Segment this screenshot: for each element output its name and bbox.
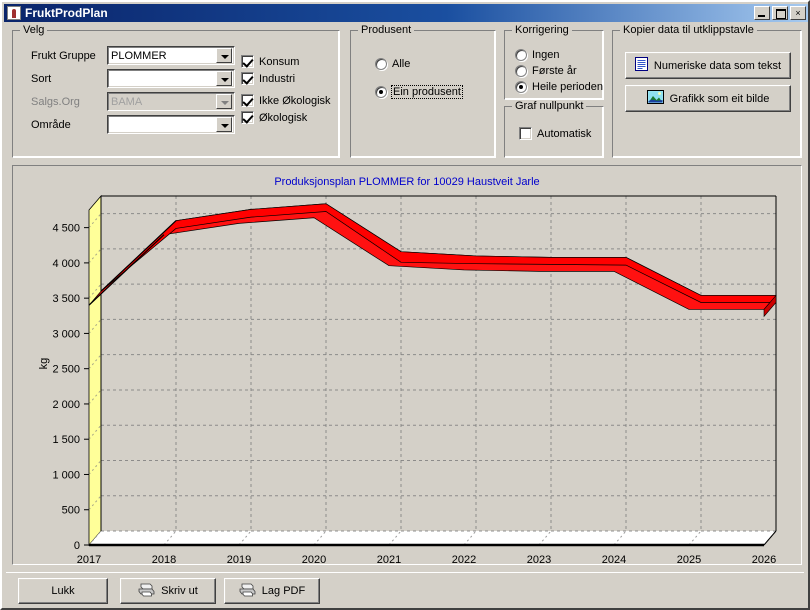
y-tick-label: 2 000: [52, 399, 80, 411]
checkbox-okologisk[interactable]: Økologisk: [241, 111, 307, 124]
window-title: FruktProdPlan: [25, 6, 108, 20]
checkbox-icon[interactable]: [241, 111, 254, 124]
radio-ingen-label: Ingen: [532, 49, 560, 61]
chevron-down-icon[interactable]: [216, 71, 232, 86]
print-label: Skriv ut: [161, 585, 198, 597]
y-tick-label: 500: [62, 505, 80, 517]
radio-icon[interactable]: [375, 86, 387, 98]
print-button[interactable]: Skriv ut: [120, 578, 216, 604]
x-tick-label: 2026: [752, 554, 776, 564]
checkbox-ikke-okologisk-label: Ikke Økologisk: [259, 94, 331, 107]
radio-alle-label: Alle: [392, 58, 411, 70]
y-tick-label: 3 500: [52, 293, 80, 305]
footer-separator: [6, 572, 804, 573]
korrigering-group: Korrigering Ingen Første år Heile period…: [504, 24, 604, 100]
production-plan-chart: 0 500 1 000 1 500 2 000 2 500 3 000 3 500 4 000 4…: [38, 194, 777, 564]
copy-numeric-data-label: Numeriske data som tekst: [653, 59, 782, 72]
y-tick-label: 2 500: [52, 364, 80, 376]
x-tick-label: 2025: [677, 554, 701, 564]
minimize-button[interactable]: [754, 6, 770, 20]
label-frukt-gruppe: Frukt Gruppe: [31, 50, 96, 62]
checkbox-konsum[interactable]: Konsum: [241, 55, 299, 68]
chevron-down-icon[interactable]: [216, 117, 232, 132]
close-button[interactable]: ×: [790, 6, 806, 20]
checkbox-automatisk-label: Automatisk: [537, 127, 592, 140]
checkbox-icon[interactable]: [519, 127, 532, 140]
y-tick-label: 1 500: [52, 434, 80, 446]
x-tick-label: 2020: [302, 554, 326, 564]
produsent-group: Produsent Alle Ein produsent: [350, 24, 496, 158]
radio-ein-produsent[interactable]: Ein produsent: [375, 85, 463, 99]
x-tick-label: 2024: [602, 554, 626, 564]
y-tick-label: 1 000: [52, 469, 80, 481]
kopier-legend: Kopier data til utklippstavle: [620, 24, 757, 36]
frukt-gruppe-combo[interactable]: PLOMMER: [107, 46, 235, 65]
graf-nullpunkt-legend: Graf nullpunkt: [512, 100, 587, 112]
y-tick-label: 3 000: [52, 328, 80, 340]
radio-ein-produsent-label: Ein produsent: [391, 85, 463, 99]
text-document-icon: [634, 57, 648, 74]
checkbox-icon[interactable]: [241, 72, 254, 85]
salgs-org-combo: BAMA: [107, 92, 235, 111]
y-tick-label: 0: [74, 540, 80, 552]
radio-icon[interactable]: [515, 49, 527, 61]
radio-icon[interactable]: [375, 58, 387, 70]
picture-icon: [646, 90, 664, 107]
velg-legend: Velg: [20, 24, 48, 36]
produsent-legend: Produsent: [358, 24, 415, 36]
y-tick-label: 4 000: [52, 258, 80, 270]
x-tick-label: 2023: [527, 554, 551, 564]
graf-nullpunkt-group: Graf nullpunkt Automatisk: [504, 100, 604, 158]
close-dialog-button[interactable]: Lukk: [18, 578, 108, 604]
make-pdf-label: Lag PDF: [261, 585, 306, 597]
title-bar: FruktProdPlan ×: [4, 4, 808, 22]
label-omrade: Område: [31, 119, 71, 131]
application-window: FruktProdPlan × Velg Frukt Gruppe PLOMME…: [0, 0, 810, 610]
radio-forste-ar[interactable]: Første år: [515, 65, 577, 77]
chart-panel: Produksjonsplan PLOMMER for 10029 Haustv…: [12, 165, 802, 565]
radio-icon[interactable]: [515, 81, 527, 93]
frukt-gruppe-value: PLOMMER: [111, 49, 167, 62]
printer-icon: [239, 583, 256, 600]
printer-icon: [138, 583, 155, 600]
salgs-org-value: BAMA: [111, 95, 143, 108]
app-icon: [7, 6, 21, 20]
sort-combo[interactable]: [107, 69, 235, 88]
checkbox-icon[interactable]: [241, 94, 254, 107]
x-tick-label: 2017: [77, 554, 101, 564]
y-tick-label: 4 500: [52, 223, 80, 235]
checkbox-konsum-label: Konsum: [259, 55, 300, 68]
x-tick-label: 2019: [227, 554, 251, 564]
x-tick-label: 2021: [377, 554, 401, 564]
copy-numeric-data-button[interactable]: Numeriske data som tekst: [625, 52, 791, 79]
x-tick-label: 2022: [452, 554, 476, 564]
omrade-combo[interactable]: [107, 115, 235, 134]
checkbox-industri-label: Industri: [259, 72, 296, 85]
radio-alle[interactable]: Alle: [375, 58, 410, 70]
checkbox-industri[interactable]: Industri: [241, 72, 295, 85]
y-axis-label: kg: [38, 358, 50, 370]
x-tick-label: 2018: [152, 554, 176, 564]
copy-graphic-button[interactable]: Grafikk som eit bilde: [625, 85, 791, 112]
close-dialog-label: Lukk: [51, 585, 75, 597]
korrigering-legend: Korrigering: [512, 24, 572, 36]
chevron-down-icon[interactable]: [216, 48, 232, 63]
label-sort: Sort: [31, 73, 52, 85]
radio-icon[interactable]: [515, 65, 527, 77]
label-salgs-org: Salgs.Org: [31, 96, 80, 108]
radio-heile-perioden-label: Heile perioden: [532, 81, 603, 93]
copy-graphic-label: Grafikk som eit bilde: [669, 92, 770, 105]
velg-group: Velg Frukt Gruppe PLOMMER Sort Salgs.Org…: [12, 24, 340, 158]
maximize-button[interactable]: [772, 6, 788, 20]
chevron-down-icon: [216, 94, 232, 109]
radio-forste-ar-label: Første år: [532, 65, 577, 77]
checkbox-icon[interactable]: [241, 55, 254, 68]
kopier-group: Kopier data til utklippstavle Numeriske …: [612, 24, 802, 158]
radio-heile-perioden[interactable]: Heile perioden: [515, 81, 603, 93]
checkbox-okologisk-label: Økologisk: [259, 111, 308, 124]
checkbox-automatisk[interactable]: Automatisk: [519, 127, 591, 140]
radio-ingen[interactable]: Ingen: [515, 49, 560, 61]
checkbox-ikke-okologisk[interactable]: Ikke Økologisk: [241, 94, 331, 107]
make-pdf-button[interactable]: Lag PDF: [224, 578, 320, 604]
